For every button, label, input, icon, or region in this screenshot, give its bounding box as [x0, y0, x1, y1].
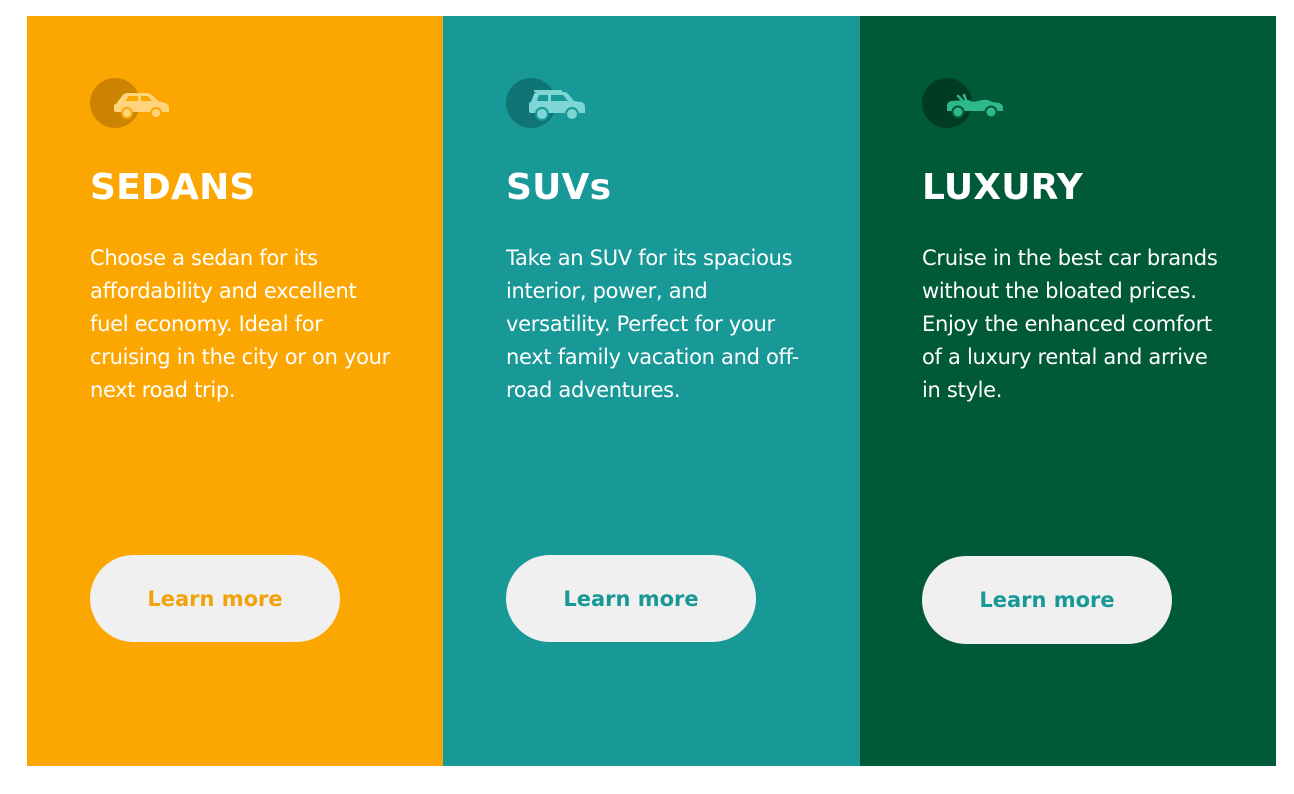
card-title: SUVs	[506, 167, 612, 208]
learn-more-button[interactable]: Learn more	[90, 555, 340, 642]
sedan-car-icon-glyph	[114, 93, 169, 119]
card-description: Choose a sedan for its affordability and…	[90, 246, 390, 402]
luxury-convertible-icon	[922, 78, 1003, 128]
card-luxury: LUXURY Cruise in the best car brands wit…	[860, 16, 1276, 766]
card-title: LUXURY	[922, 167, 1083, 208]
learn-more-button[interactable]: Learn more	[506, 555, 756, 642]
luxury-convertible-icon-glyph	[947, 93, 1003, 119]
car-category-cards: SEDANS Choose a sedan for its affordabil…	[27, 16, 1276, 766]
card-description: Cruise in the best car brands without th…	[922, 246, 1218, 402]
sedan-car-icon	[90, 78, 170, 128]
suv-car-icon-glyph	[529, 90, 585, 121]
card-title: SEDANS	[90, 167, 256, 208]
suv-car-icon	[506, 78, 586, 128]
card-suvs: SUVs Take an SUV for its spacious interi…	[443, 16, 860, 766]
learn-more-button[interactable]: Learn more	[922, 556, 1172, 644]
card-sedans: SEDANS Choose a sedan for its affordabil…	[27, 16, 443, 766]
card-description: Take an SUV for its spacious interior, p…	[506, 246, 799, 402]
